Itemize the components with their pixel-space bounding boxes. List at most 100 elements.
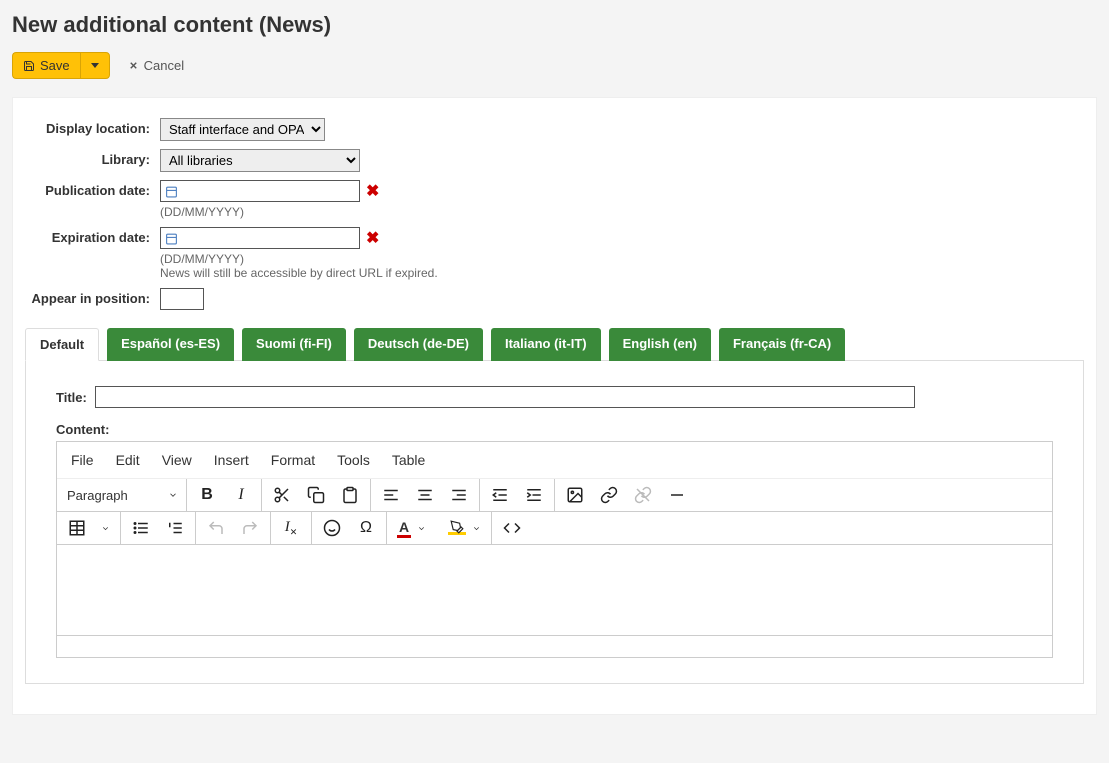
- tab-de-de[interactable]: Deutsch (de-DE): [354, 328, 483, 361]
- editor-footer: [57, 635, 1052, 657]
- caret-down-icon: [91, 63, 99, 68]
- menu-edit[interactable]: Edit: [116, 452, 140, 468]
- exp-date-hint: (DD/MM/YYYY): [160, 252, 1084, 266]
- italic-button[interactable]: I: [231, 485, 251, 505]
- emoji-icon: [323, 519, 341, 537]
- rich-text-editor: File Edit View Insert Format Tools Table…: [56, 441, 1053, 658]
- tab-it-it[interactable]: Italiano (it-IT): [491, 328, 601, 361]
- editor-content-area[interactable]: [57, 545, 1052, 635]
- align-left-button[interactable]: [381, 485, 401, 505]
- outdent-icon: [491, 486, 509, 504]
- undo-button[interactable]: [206, 518, 226, 538]
- hr-icon: [668, 486, 686, 504]
- cancel-label: Cancel: [144, 58, 184, 73]
- undo-icon: [207, 519, 225, 537]
- align-right-button[interactable]: [449, 485, 469, 505]
- chevron-down-icon: [168, 490, 178, 500]
- table-button[interactable]: [67, 518, 87, 538]
- number-list-button[interactable]: [165, 518, 185, 538]
- special-char-button[interactable]: Ω: [356, 518, 376, 538]
- copy-button[interactable]: [306, 485, 326, 505]
- text-color-button[interactable]: A: [397, 519, 426, 538]
- menu-tools[interactable]: Tools: [337, 452, 370, 468]
- clear-exp-date-icon[interactable]: ✖: [366, 228, 379, 248]
- indent-button[interactable]: [524, 485, 544, 505]
- hr-button[interactable]: [667, 485, 687, 505]
- toolbar-row-1: Paragraph B I: [57, 479, 1052, 512]
- menu-insert[interactable]: Insert: [214, 452, 249, 468]
- copy-icon: [307, 486, 325, 504]
- bullet-list-icon: [132, 519, 150, 537]
- form-panel: Display location: Staff interface and OP…: [12, 97, 1097, 715]
- link-button[interactable]: [599, 485, 619, 505]
- page-title: New additional content (News): [12, 0, 1097, 52]
- paste-icon: [341, 486, 359, 504]
- expiration-date-input[interactable]: [160, 227, 360, 249]
- content-label: Content:: [56, 422, 1053, 437]
- menu-table[interactable]: Table: [392, 452, 425, 468]
- tab-fi-fi[interactable]: Suomi (fi-FI): [242, 328, 346, 361]
- source-code-button[interactable]: [502, 518, 522, 538]
- redo-button[interactable]: [240, 518, 260, 538]
- paragraph-label: Paragraph: [67, 488, 128, 503]
- editor-menubar: File Edit View Insert Format Tools Table: [57, 442, 1052, 479]
- cancel-button[interactable]: Cancel: [128, 58, 184, 73]
- code-icon: [503, 519, 521, 537]
- align-left-icon: [382, 486, 400, 504]
- indent-icon: [525, 486, 543, 504]
- save-button[interactable]: Save: [12, 52, 80, 79]
- toolbar-row-2: I✕ Ω A: [57, 512, 1052, 545]
- paragraph-select[interactable]: Paragraph: [67, 488, 178, 503]
- paste-button[interactable]: [340, 485, 360, 505]
- language-tabs: Default Español (es-ES) Suomi (fi-FI) De…: [25, 328, 1084, 361]
- action-toolbar: Save Cancel: [12, 52, 1097, 79]
- library-select[interactable]: All libraries: [160, 149, 360, 172]
- number-list-icon: [166, 519, 184, 537]
- chevron-down-icon: [417, 524, 426, 533]
- menu-view[interactable]: View: [162, 452, 192, 468]
- align-center-icon: [416, 486, 434, 504]
- tab-default[interactable]: Default: [25, 328, 99, 361]
- save-icon: [23, 60, 35, 72]
- menu-format[interactable]: Format: [271, 452, 315, 468]
- position-input[interactable]: [160, 288, 204, 310]
- unlink-button[interactable]: [633, 485, 653, 505]
- bullet-list-button[interactable]: [131, 518, 151, 538]
- save-label: Save: [40, 58, 70, 73]
- highlight-icon: [448, 521, 466, 535]
- menu-file[interactable]: File: [71, 452, 94, 468]
- expiration-date-label: Expiration date:: [25, 227, 160, 280]
- close-icon: [128, 60, 139, 71]
- text-color-icon: A: [397, 519, 411, 538]
- chevron-down-icon: [472, 524, 481, 533]
- exp-date-note: News will still be accessible by direct …: [160, 266, 1084, 280]
- title-input[interactable]: [95, 386, 915, 408]
- align-right-icon: [450, 486, 468, 504]
- outdent-button[interactable]: [490, 485, 510, 505]
- clear-pub-date-icon[interactable]: ✖: [366, 181, 379, 201]
- unlink-icon: [634, 486, 652, 504]
- position-label: Appear in position:: [25, 288, 160, 310]
- image-button[interactable]: [565, 485, 585, 505]
- clear-format-button[interactable]: I✕: [281, 518, 301, 538]
- calendar-icon: [165, 232, 178, 245]
- chevron-down-icon[interactable]: [101, 524, 110, 533]
- publication-date-input[interactable]: [160, 180, 360, 202]
- cut-button[interactable]: [272, 485, 292, 505]
- bold-button[interactable]: B: [197, 485, 217, 505]
- tab-en[interactable]: English (en): [609, 328, 711, 361]
- publication-date-label: Publication date:: [25, 180, 160, 219]
- library-label: Library:: [25, 149, 160, 172]
- align-center-button[interactable]: [415, 485, 435, 505]
- table-icon: [68, 519, 86, 537]
- highlight-color-button[interactable]: [448, 521, 481, 535]
- image-icon: [566, 486, 584, 504]
- tab-es-es[interactable]: Español (es-ES): [107, 328, 234, 361]
- title-label: Title:: [56, 390, 87, 405]
- emoji-button[interactable]: [322, 518, 342, 538]
- save-dropdown-caret[interactable]: [80, 52, 110, 79]
- tab-fr-ca[interactable]: Français (fr-CA): [719, 328, 845, 361]
- cut-icon: [273, 486, 291, 504]
- redo-icon: [241, 519, 259, 537]
- display-location-select[interactable]: Staff interface and OPAC: [160, 118, 325, 141]
